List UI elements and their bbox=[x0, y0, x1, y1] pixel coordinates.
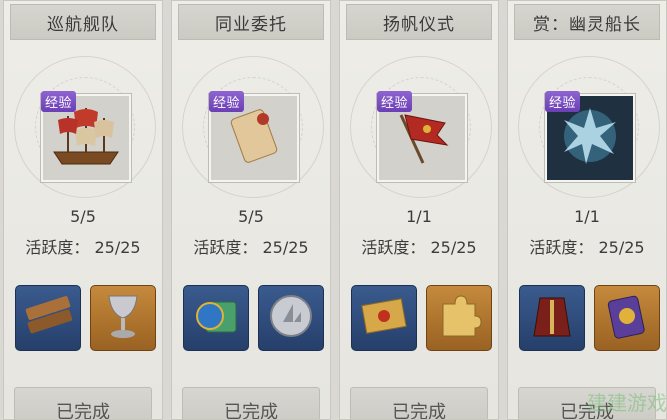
activity-label: 活跃度： bbox=[529, 238, 594, 257]
exp-badge: 经验 bbox=[41, 91, 77, 112]
activity-label: 活跃度： bbox=[25, 238, 90, 257]
activity-label: 活跃度： bbox=[361, 238, 426, 257]
quest-card[interactable]: 巡航舰队 经验 5/5 活跃度： 25/25 已完成 bbox=[3, 0, 163, 420]
activity-row: 活跃度： 25/25 bbox=[172, 234, 330, 258]
exp-badge: 经验 bbox=[209, 91, 245, 112]
exp-badge: 经验 bbox=[545, 91, 581, 112]
quest-card[interactable]: 同业委托 经验 5/5 活跃度： 25/25 已完成 bbox=[171, 0, 331, 420]
quest-title: 同业委托 bbox=[178, 4, 324, 40]
wood-planks-icon bbox=[20, 288, 76, 348]
completed-button[interactable]: 已完成 bbox=[350, 387, 488, 419]
exp-badge: 经验 bbox=[377, 91, 413, 112]
activity-value: 25/25 bbox=[262, 238, 309, 257]
activity-label: 活跃度： bbox=[193, 238, 258, 257]
reward-slot[interactable] bbox=[258, 285, 324, 351]
scroll-icon bbox=[219, 101, 289, 175]
quest-progress: 1/1 bbox=[406, 207, 432, 226]
reward-slot[interactable] bbox=[90, 285, 156, 351]
quest-progress: 5/5 bbox=[238, 207, 264, 226]
completed-button[interactable]: 已完成 bbox=[182, 387, 320, 419]
activity-row: 活跃度： 25/25 bbox=[4, 234, 162, 258]
silver-coin-icon bbox=[263, 288, 319, 348]
sealed-envelope-icon bbox=[356, 288, 412, 348]
quest-title: 扬帆仪式 bbox=[346, 4, 492, 40]
silver-chalice-icon bbox=[95, 288, 151, 348]
quest-progress: 1/1 bbox=[574, 207, 600, 226]
activity-value: 25/25 bbox=[94, 238, 141, 257]
puzzle-piece-icon bbox=[431, 288, 487, 348]
quest-icon-frame[interactable]: 经验 bbox=[41, 91, 131, 182]
reward-slot[interactable] bbox=[519, 285, 585, 351]
quest-title: 巡航舰队 bbox=[10, 4, 156, 40]
activity-value: 25/25 bbox=[430, 238, 477, 257]
quest-card[interactable]: 扬帆仪式 经验 1/1 活跃度： 25/25 已完成 bbox=[339, 0, 499, 420]
reward-slot[interactable] bbox=[15, 285, 81, 351]
quest-icon-frame[interactable]: 经验 bbox=[209, 91, 299, 182]
quest-row: 巡航舰队 经验 5/5 活跃度： 25/25 已完成 同业委托 经验 5/5 活… bbox=[0, 0, 667, 420]
activity-row: 活跃度： 25/25 bbox=[508, 234, 666, 258]
reward-slot[interactable] bbox=[183, 285, 249, 351]
reward-slot[interactable] bbox=[426, 285, 492, 351]
quest-icon-frame[interactable]: 经验 bbox=[377, 91, 467, 182]
completed-button[interactable]: 已完成 bbox=[518, 387, 656, 419]
map-globe-icon bbox=[188, 288, 244, 348]
completed-button[interactable]: 已完成 bbox=[14, 387, 152, 419]
quest-progress: 5/5 bbox=[70, 207, 96, 226]
reward-slot[interactable] bbox=[351, 285, 417, 351]
shield-cards-icon bbox=[599, 288, 655, 348]
activity-row: 活跃度： 25/25 bbox=[340, 234, 498, 258]
activity-value: 25/25 bbox=[598, 238, 645, 257]
banner-flag-icon bbox=[387, 101, 457, 175]
quest-card[interactable]: 赏：幽灵船长 经验 1/1 活跃度： 25/25 已完成 bbox=[507, 0, 667, 420]
quest-icon-frame[interactable]: 经验 bbox=[545, 91, 635, 182]
reward-slot[interactable] bbox=[594, 285, 660, 351]
captain-coat-icon bbox=[524, 288, 580, 348]
quest-title: 赏：幽灵船长 bbox=[514, 4, 660, 40]
